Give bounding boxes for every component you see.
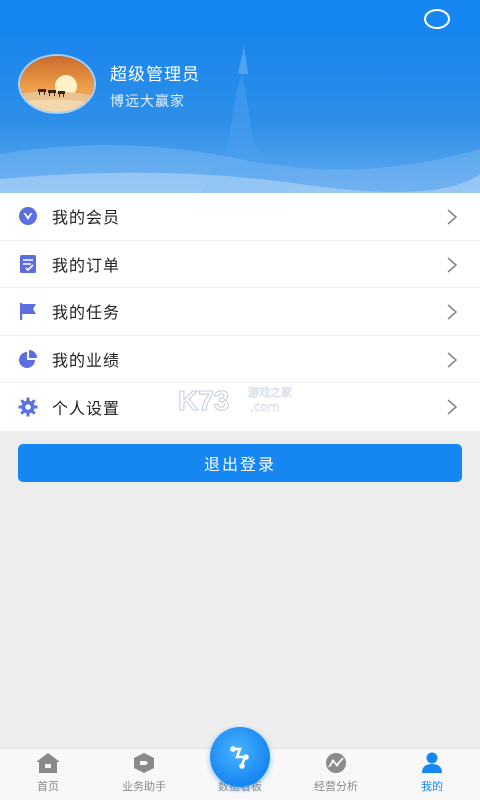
chevron-right-icon: [447, 256, 458, 273]
tab-label: 我的: [421, 780, 443, 793]
chevron-right-icon: [447, 304, 458, 320]
tab-mine[interactable]: 我的: [384, 749, 480, 800]
menu-item-label: 我的业绩: [52, 350, 121, 370]
circle-icon[interactable]: [424, 9, 450, 29]
watermark-logo: K73 游戏之家 .com: [178, 382, 308, 417]
tab-label: 经营分析: [314, 780, 358, 793]
tab-business-assistant[interactable]: 业务助手: [96, 749, 192, 800]
svg-text:.com: .com: [250, 400, 279, 414]
avatar[interactable]: [18, 54, 96, 114]
logout-button[interactable]: 退出登录: [18, 444, 462, 482]
chevron-right-icon: [447, 351, 458, 368]
home-icon: [36, 753, 60, 773]
user-icon: [422, 752, 442, 773]
data-board-fab[interactable]: [210, 727, 270, 787]
menu-item-label: 个人设置: [52, 398, 121, 418]
tab-home[interactable]: 首页: [0, 749, 96, 800]
chevron-right-icon: [447, 399, 458, 415]
menu-item-tasks[interactable]: 我的任务: [0, 288, 480, 336]
user-company: 博远大赢家: [110, 94, 185, 110]
menu-item-orders[interactable]: 我的订单: [0, 241, 480, 288]
user-name: 超级管理员: [110, 65, 200, 85]
tab-analysis[interactable]: 经营分析: [288, 749, 384, 800]
tab-label: 首页: [37, 780, 59, 793]
member-icon: [18, 206, 38, 226]
menu-item-label: 我的订单: [52, 255, 121, 275]
tab-label: 业务助手: [122, 780, 166, 793]
flag-icon: [18, 301, 38, 321]
pie-chart-icon: [18, 349, 38, 369]
analysis-icon: [326, 753, 346, 773]
status-bar: [0, 0, 480, 34]
tag-icon: [134, 753, 154, 773]
menu-item-performance[interactable]: 我的业绩: [0, 336, 480, 383]
order-icon: [18, 254, 38, 274]
svg-text:游戏之家: 游戏之家: [248, 385, 292, 399]
profile-header: 超级管理员 博远大赢家: [0, 34, 480, 194]
svg-text:K73: K73: [178, 385, 229, 416]
menu-item-label: 我的会员: [52, 208, 121, 228]
gear-icon: [18, 397, 38, 417]
data-board-icon: [230, 746, 249, 769]
menu-item-members[interactable]: 我的会员: [0, 193, 480, 241]
chevron-right-icon: [447, 209, 458, 225]
menu-item-label: 我的任务: [52, 303, 121, 323]
